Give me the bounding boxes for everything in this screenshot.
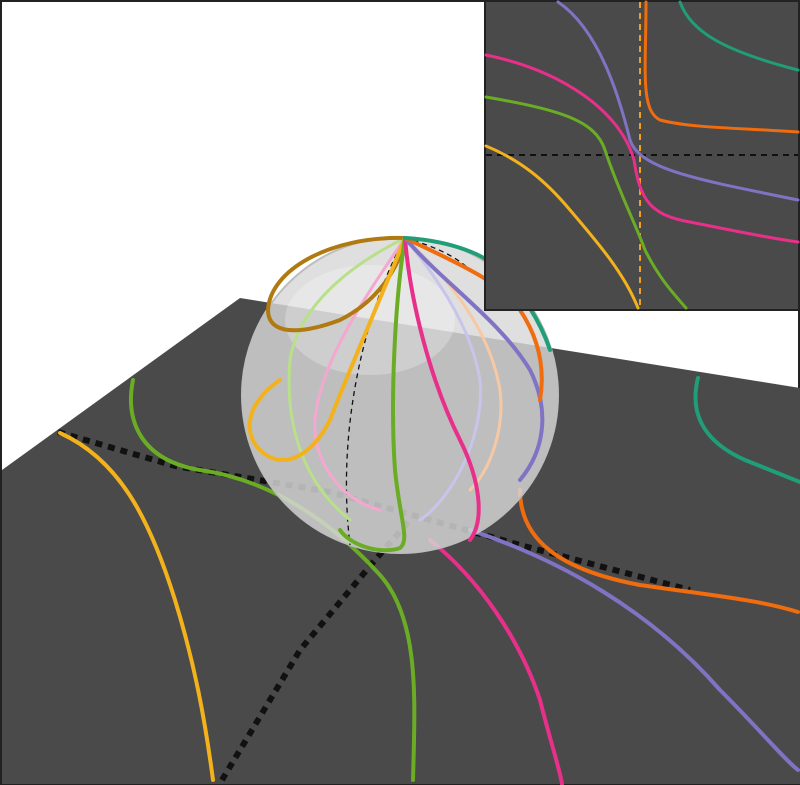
inset-panel [484,0,800,311]
stereographic-projection-figure [0,0,800,785]
